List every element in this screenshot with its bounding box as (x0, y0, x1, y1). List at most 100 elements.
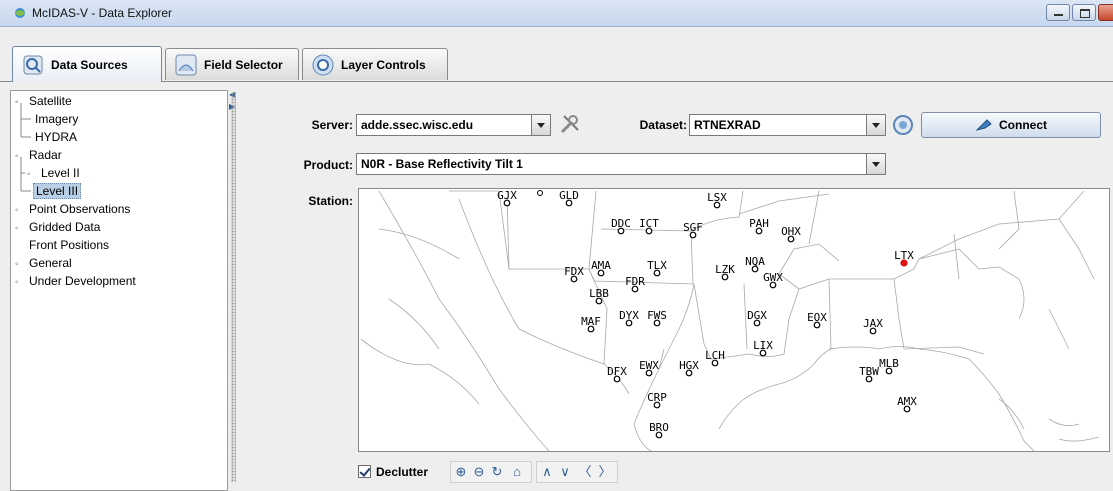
station-marker[interactable] (653, 319, 661, 327)
pane-splitter[interactable]: ◀ ▶ (228, 88, 238, 491)
maximize-button[interactable] (1072, 4, 1096, 21)
station-marker[interactable] (885, 367, 893, 375)
station-fdr[interactable]: FDR (625, 275, 645, 293)
station-ict[interactable]: ICT (639, 217, 659, 235)
tree-item-front-positions[interactable]: Front Positions (27, 237, 111, 253)
station-marker[interactable] (631, 285, 639, 293)
zoom-in-icon[interactable]: ⊕ (453, 463, 469, 481)
station-sgf[interactable]: SGF (683, 221, 703, 239)
station-marker[interactable] (653, 401, 661, 409)
station-marker[interactable] (865, 375, 873, 383)
reset-zoom-icon[interactable]: ↻ (489, 463, 505, 481)
station-marker[interactable] (753, 319, 761, 327)
station-maf[interactable]: MAF (581, 315, 601, 333)
close-button[interactable] (1098, 4, 1113, 21)
station-marker[interactable] (769, 281, 777, 289)
tab-field-selector[interactable]: Field Selector (165, 48, 299, 80)
station-tbw[interactable]: TBW (859, 365, 879, 383)
station-lzk[interactable]: LZK (715, 263, 735, 281)
zoom-out-icon[interactable]: ⊖ (471, 463, 487, 481)
station-marker[interactable] (597, 269, 605, 277)
station-marker[interactable] (625, 319, 633, 327)
station-ltx[interactable]: LTX (894, 249, 914, 267)
station-marker[interactable] (537, 190, 543, 196)
station-marker[interactable] (645, 227, 653, 235)
station-bro[interactable]: BRO (649, 421, 669, 439)
station-marker[interactable] (587, 325, 595, 333)
station-dfx[interactable]: DFX (607, 365, 627, 383)
station-pah[interactable]: PAH (749, 217, 769, 235)
tab-data-sources[interactable]: Data Sources (12, 46, 162, 82)
station-marker[interactable] (613, 375, 621, 383)
home-icon[interactable]: ⌂ (509, 463, 525, 481)
station-marker[interactable] (503, 199, 511, 207)
chevron-down-icon[interactable] (866, 153, 886, 175)
splitter-grip[interactable] (231, 92, 236, 482)
station-crp[interactable]: CRP (647, 391, 667, 409)
station-marker[interactable] (645, 369, 653, 377)
station-gjx[interactable]: GJX (497, 189, 517, 207)
pan-left-icon[interactable]: 〈 (577, 463, 593, 481)
station-hgx[interactable]: HGX (679, 359, 699, 377)
station-gwx[interactable]: GWX (763, 271, 783, 289)
station-marker[interactable] (721, 273, 729, 281)
product-combo[interactable]: N0R - Base Reflectivity Tilt 1 (356, 153, 886, 175)
collapsed-node-icon[interactable]: ◦ (15, 257, 27, 273)
station-ohx[interactable]: OHX (781, 225, 801, 243)
station-mlb[interactable]: MLB (879, 357, 899, 375)
station-marker[interactable] (869, 327, 877, 335)
station-marker[interactable] (689, 231, 697, 239)
connect-button[interactable]: Connect (921, 112, 1101, 138)
station-lbb[interactable]: LBB (589, 287, 609, 305)
station-ewx[interactable]: EWX (639, 359, 659, 377)
station-ama[interactable]: AMA (591, 259, 611, 277)
station-lix[interactable]: LIX (753, 339, 773, 357)
station-marker[interactable] (653, 269, 661, 277)
station-gld[interactable]: GLD (559, 189, 579, 207)
chevron-down-icon[interactable] (866, 114, 886, 136)
dataset-combo[interactable]: RTNEXRAD (689, 114, 886, 136)
station-tlx[interactable]: TLX (647, 259, 667, 277)
collapsed-node-icon[interactable]: ◦ (15, 275, 27, 291)
station-marker[interactable] (711, 359, 719, 367)
tree-item-under-development[interactable]: ◦ Under Development (15, 273, 138, 289)
server-combo[interactable]: adde.ssec.wisc.edu (356, 114, 551, 136)
station-lch[interactable]: LCH (705, 349, 725, 367)
chevron-down-icon[interactable] (531, 114, 551, 136)
station-fdx[interactable]: FDX (564, 265, 584, 283)
station-marker[interactable] (903, 405, 911, 413)
station-marker[interactable] (565, 199, 573, 207)
server-manager-tools-icon[interactable] (558, 112, 582, 136)
station-eox[interactable]: EOX (807, 311, 827, 329)
station-jax[interactable]: JAX (863, 317, 883, 335)
station-fws[interactable]: FWS (647, 309, 667, 327)
station-map[interactable]: GJX GLD LSX DDC ICT SGF PAH OHX LTX FDX AMA TLX FDR N… (358, 188, 1110, 452)
tree-item-gridded-data[interactable]: ◦ Gridded Data (15, 219, 102, 235)
pan-right-icon[interactable]: 〉 (597, 463, 613, 481)
station-marker[interactable] (900, 259, 908, 267)
station-marker[interactable] (713, 201, 721, 209)
station-lsx[interactable]: LSX (707, 191, 727, 209)
station-dyx[interactable]: DYX (619, 309, 639, 327)
minimize-button[interactable] (1046, 4, 1070, 21)
pan-down-icon[interactable]: ∨ (557, 463, 573, 481)
station-amx[interactable]: AMX (897, 395, 917, 413)
dataset-info-icon[interactable] (891, 113, 915, 137)
tree-item-general[interactable]: ◦ General (15, 255, 74, 271)
station-marker[interactable] (617, 227, 625, 235)
station-marker[interactable] (813, 321, 821, 329)
station-marker[interactable] (570, 275, 578, 283)
declutter-checkbox[interactable] (358, 465, 371, 478)
station-nqa[interactable]: NQA (745, 255, 765, 273)
pan-up-icon[interactable]: ∧ (539, 463, 555, 481)
station-map-canvas[interactable]: GJX GLD LSX DDC ICT SGF PAH OHX LTX FDX AMA TLXFDR N… (359, 189, 1110, 452)
station-marker[interactable] (685, 369, 693, 377)
station-marker[interactable] (595, 297, 603, 305)
station-marker[interactable] (759, 349, 767, 357)
collapsed-node-icon[interactable]: ◦ (15, 221, 27, 237)
station-marker[interactable] (755, 227, 763, 235)
tab-layer-controls[interactable]: Layer Controls (302, 48, 448, 80)
station-marker[interactable] (787, 235, 795, 243)
station-dgx[interactable]: DGX (747, 309, 767, 327)
station-markers[interactable]: GJX GLD LSX DDC ICT SGF PAH OHX LTX FDX AMA TLXFDR N… (497, 189, 917, 439)
